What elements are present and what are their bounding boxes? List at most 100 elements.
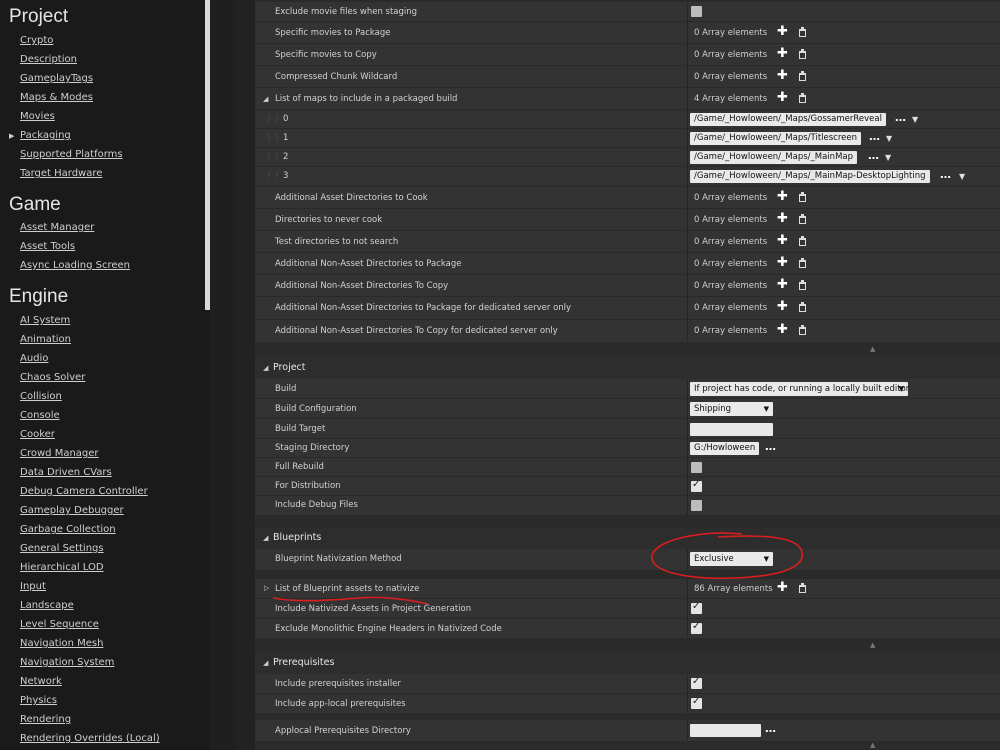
sidebar-item-packaging[interactable]: Packaging <box>20 130 71 141</box>
drag-handle-icon[interactable]: ⋮⋮ <box>265 152 281 161</box>
sidebar-item-landscape[interactable]: Landscape <box>20 600 74 611</box>
map-path-field[interactable]: /Game/_Howloween/_Maps/_MainMap <box>690 151 858 164</box>
sidebar-item-cooker[interactable]: Cooker <box>20 429 55 440</box>
sidebar-item-maps-modes[interactable]: Maps & Modes <box>20 92 93 103</box>
sidebar-item-collision[interactable]: Collision <box>20 391 62 402</box>
sidebar-item-supported-platforms[interactable]: Supported Platforms <box>20 149 123 160</box>
sidebar-item-async-loading-screen[interactable]: Async Loading Screen <box>20 260 130 271</box>
sidebar-item-crowd-manager[interactable]: Crowd Manager <box>20 448 99 459</box>
trash-icon[interactable] <box>799 214 806 224</box>
full-rebuild-checkbox[interactable] <box>691 462 702 473</box>
build-target-input[interactable] <box>690 423 773 436</box>
staging-directory-input[interactable]: G:/Howloween <box>690 442 760 455</box>
map-path-field[interactable]: /Game/_Howloween/_Maps/Titlescreen <box>690 132 862 145</box>
sidebar-item-console[interactable]: Console <box>20 410 60 421</box>
ellipsis-icon[interactable]: … <box>869 130 880 143</box>
sidebar-item-animation[interactable]: Animation <box>20 334 71 345</box>
trash-icon[interactable] <box>799 325 806 335</box>
plus-icon[interactable]: ✚ <box>777 90 788 105</box>
drag-handle-icon[interactable]: ⋮⋮ <box>265 171 281 180</box>
build-configuration-dropdown[interactable]: Shipping ▼ <box>690 402 773 416</box>
ellipsis-icon[interactable]: … <box>940 168 951 181</box>
collapse-advanced-button[interactable]: ▲ <box>255 345 1000 355</box>
sidebar-item-network[interactable]: Network <box>20 676 62 687</box>
sidebar-item-description[interactable]: Description <box>20 54 77 65</box>
applocal-prereq-checkbox[interactable] <box>691 696 702 709</box>
trash-icon[interactable] <box>799 280 806 290</box>
trash-icon[interactable] <box>799 583 806 593</box>
trash-icon[interactable] <box>799 236 806 246</box>
plus-icon[interactable]: ✚ <box>777 233 788 248</box>
ellipsis-icon[interactable]: … <box>868 149 879 162</box>
map-path-field[interactable]: /Game/_Howloween/_Maps/GossamerReveal <box>690 113 886 126</box>
sidebar-item-movies[interactable]: Movies <box>20 111 55 122</box>
group-header-blueprints[interactable]: ◢ Blueprints <box>255 527 1000 549</box>
plus-icon[interactable]: ✚ <box>777 211 788 226</box>
prereq-installer-checkbox[interactable] <box>691 676 702 689</box>
include-debug-files-checkbox[interactable] <box>691 500 702 511</box>
plus-icon[interactable]: ✚ <box>777 24 788 39</box>
build-dropdown[interactable]: If project has code, or running a locall… <box>690 382 909 396</box>
drag-handle-icon[interactable]: ⋮⋮ <box>265 133 281 142</box>
caret-down-icon[interactable]: ▼ <box>886 134 892 143</box>
sidebar-item-navigation-system[interactable]: Navigation System <box>20 657 114 668</box>
plus-icon[interactable]: ✚ <box>777 322 788 337</box>
row-compressed-chunk: Compressed Chunk Wildcard 0 Array elemen… <box>255 66 1000 88</box>
collapse-advanced-button[interactable]: ▲ <box>255 741 1000 750</box>
sidebar-item-physics[interactable]: Physics <box>20 695 57 706</box>
ellipsis-icon[interactable]: … <box>895 111 906 124</box>
sidebar-item-target-hardware[interactable]: Target Hardware <box>20 168 102 179</box>
caret-down-icon[interactable]: ▼ <box>959 172 965 181</box>
group-header-project[interactable]: ◢ Project <box>255 357 1000 379</box>
trash-icon[interactable] <box>799 71 806 81</box>
plus-icon[interactable]: ✚ <box>777 46 788 61</box>
for-distribution-checkbox[interactable] <box>691 479 702 492</box>
plus-icon[interactable]: ✚ <box>777 255 788 270</box>
sidebar-item-debug-camera-controller[interactable]: Debug Camera Controller <box>20 486 148 497</box>
expand-arrow-icon[interactable]: ▷ <box>264 584 269 592</box>
caret-down-icon[interactable]: ▼ <box>912 115 918 124</box>
trash-icon[interactable] <box>799 27 806 37</box>
sidebar-item-garbage-collection[interactable]: Garbage Collection <box>20 524 116 535</box>
sidebar-item-crypto[interactable]: Crypto <box>20 35 53 46</box>
splitter[interactable] <box>210 0 235 750</box>
map-path-field[interactable]: /Game/_Howloween/_Maps/_MainMap-DesktopL… <box>690 170 930 183</box>
sidebar-item-rendering-overrides[interactable]: Rendering Overrides (Local) <box>20 733 160 744</box>
sidebar-item-chaos-solver[interactable]: Chaos Solver <box>20 372 85 383</box>
include-nativized-checkbox[interactable] <box>691 601 702 614</box>
collapse-advanced-button[interactable]: ▲ <box>255 641 1000 651</box>
group-header-prerequisites[interactable]: ◢ Prerequisites <box>255 652 1000 674</box>
sidebar-item-data-driven-cvars[interactable]: Data Driven CVars <box>20 467 112 478</box>
drag-handle-icon[interactable]: ⋮⋮ <box>265 114 281 123</box>
sidebar-item-ai-system[interactable]: AI System <box>20 315 70 326</box>
plus-icon[interactable]: ✚ <box>777 299 788 314</box>
plus-icon[interactable]: ✚ <box>777 189 788 204</box>
ellipsis-icon[interactable]: … <box>765 722 776 735</box>
sidebar-item-audio[interactable]: Audio <box>20 353 48 364</box>
plus-icon[interactable]: ✚ <box>777 277 788 292</box>
sidebar-item-navigation-mesh[interactable]: Navigation Mesh <box>20 638 103 649</box>
caret-down-icon[interactable]: ▼ <box>885 153 891 162</box>
nativization-method-dropdown[interactable]: Exclusive ▼ <box>690 552 773 566</box>
sidebar-item-level-sequence[interactable]: Level Sequence <box>20 619 99 630</box>
sidebar-item-input[interactable]: Input <box>20 581 46 592</box>
exclude-monolithic-checkbox[interactable] <box>691 621 702 634</box>
applocal-dir-input[interactable] <box>690 724 761 737</box>
plus-icon[interactable]: ✚ <box>777 68 788 83</box>
sidebar-item-gameplaytags[interactable]: GameplayTags <box>20 73 93 84</box>
trash-icon[interactable] <box>799 93 806 103</box>
sidebar-item-gameplay-debugger[interactable]: Gameplay Debugger <box>20 505 124 516</box>
exclude-movies-checkbox[interactable] <box>691 6 702 17</box>
ellipsis-icon[interactable]: … <box>765 440 776 453</box>
sidebar-item-rendering[interactable]: Rendering <box>20 714 71 725</box>
sidebar-item-hierarchical-lod[interactable]: Hierarchical LOD <box>20 562 104 573</box>
sidebar-item-asset-tools[interactable]: Asset Tools <box>20 241 75 252</box>
trash-icon[interactable] <box>799 49 806 59</box>
trash-icon[interactable] <box>799 258 806 268</box>
plus-icon[interactable]: ✚ <box>777 580 788 595</box>
sidebar-item-general-settings[interactable]: General Settings <box>20 543 104 554</box>
trash-icon[interactable] <box>799 302 806 312</box>
trash-icon[interactable] <box>799 192 806 202</box>
expand-arrow-icon[interactable]: ◢ <box>263 95 268 103</box>
sidebar-item-asset-manager[interactable]: Asset Manager <box>20 222 94 233</box>
